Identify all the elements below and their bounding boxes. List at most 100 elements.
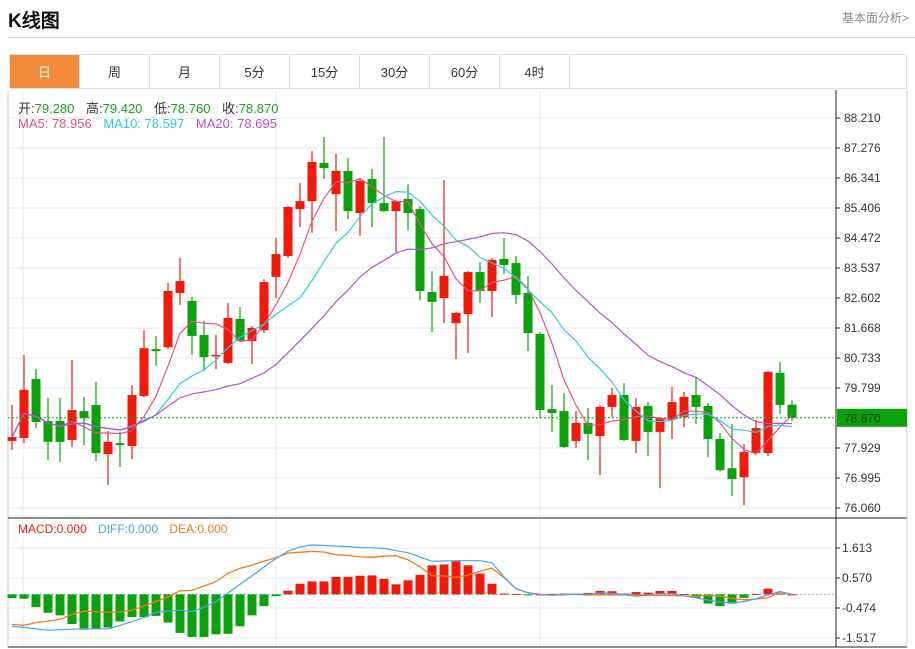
macd-bar	[355, 575, 365, 595]
price-tick-label: 76.060	[844, 501, 881, 515]
candle-up	[655, 418, 665, 432]
price-tick-label: 88.210	[844, 111, 881, 125]
macd-bar	[319, 581, 329, 595]
candle-up	[271, 254, 281, 277]
candle-up	[439, 275, 449, 299]
macd-bar	[439, 564, 449, 595]
current-price-label: 78.870	[844, 411, 881, 425]
macd-bar	[379, 578, 389, 595]
macd-bar	[523, 594, 533, 596]
macd-bar	[463, 565, 473, 595]
candle-up	[307, 161, 317, 202]
candle-up	[163, 291, 173, 348]
high-value: 79.420	[102, 101, 143, 116]
close-label: 收:	[222, 101, 239, 116]
macd-bar	[247, 594, 257, 616]
macd-bar	[31, 594, 41, 608]
macd-bar	[487, 583, 497, 595]
macd-bar	[259, 594, 269, 607]
macd-bar	[55, 594, 65, 616]
ohlc-info: 开:79.280 高:79.420 低:78.760 收:78.870	[18, 98, 286, 117]
candle-down	[535, 334, 545, 411]
macd-bar	[127, 594, 137, 618]
price-tick-label: 77.929	[844, 441, 881, 455]
macd-bar	[307, 581, 317, 595]
candle-up	[259, 282, 269, 331]
macd-bar	[115, 594, 125, 622]
candle-down	[523, 292, 533, 334]
candle-down	[727, 468, 737, 480]
macd-bar	[235, 594, 245, 627]
candle-down	[79, 411, 89, 419]
price-tick-label: 84.472	[844, 231, 881, 245]
price-tick-label: 81.668	[844, 321, 881, 335]
ma5-value: MA5: 78.956	[18, 116, 92, 131]
candle-up	[631, 406, 641, 441]
candle-up	[355, 180, 365, 214]
candle-down	[319, 162, 329, 169]
macd-bar	[787, 594, 797, 596]
candle-up	[607, 395, 617, 407]
candle-up	[595, 406, 605, 437]
price-tick-label: 87.276	[844, 141, 881, 155]
macd-bar	[511, 594, 521, 596]
macd-bar	[175, 594, 185, 633]
macd-tick-label: -1.517	[842, 631, 876, 645]
open-label: 开:	[18, 101, 35, 116]
candle-down	[115, 443, 125, 446]
candle-down	[703, 405, 713, 439]
candle-down	[379, 203, 389, 212]
price-tick-label: 82.602	[844, 291, 881, 305]
candle-down	[367, 178, 377, 204]
diff-value: DIFF:0.000	[98, 522, 159, 536]
macd-bar	[403, 580, 413, 595]
candle-down	[55, 421, 65, 442]
candle-down	[427, 291, 437, 302]
macd-bar	[427, 565, 437, 595]
candle-up	[103, 441, 113, 455]
candle-up	[739, 452, 749, 478]
macd-info: MACD:0.000 DIFF:0.000 DEA:0.000	[18, 522, 235, 536]
macd-bar	[295, 583, 305, 595]
candle-down	[499, 258, 509, 266]
candle-down	[691, 395, 701, 407]
candle-up	[223, 317, 233, 363]
macd-tick-label: 1.613	[842, 541, 872, 555]
macd-bar	[223, 594, 233, 634]
macd-bar	[367, 575, 377, 595]
macd-bar	[739, 594, 749, 598]
candle-up	[451, 312, 461, 324]
candle-up	[667, 402, 677, 420]
candle-up	[571, 422, 581, 441]
price-tick-label: 80.733	[844, 351, 881, 365]
low-value: 78.760	[170, 101, 211, 116]
macd-bar	[391, 584, 401, 595]
price-tick-label: 79.799	[844, 381, 881, 395]
macd-bar	[187, 594, 197, 637]
candle-up	[139, 348, 149, 396]
macd-bar	[43, 594, 53, 613]
macd-bar	[271, 594, 281, 597]
candle-up	[175, 281, 185, 293]
candle-up	[295, 201, 305, 210]
candle-up	[463, 272, 473, 315]
macd-bar	[631, 592, 641, 595]
price-tick-label: 83.537	[844, 261, 881, 275]
candle-down	[775, 372, 785, 405]
candle-down	[151, 349, 161, 352]
ma-info: MA5: 78.956 MA10: 78.597 MA20: 78.695	[18, 116, 285, 131]
macd-bar	[103, 594, 113, 628]
macd-bar	[67, 594, 77, 624]
candle-down	[715, 438, 725, 471]
ma20-value: MA20: 78.695	[195, 116, 277, 131]
price-tick-label: 86.341	[844, 171, 881, 185]
close-value: 78.870	[238, 101, 279, 116]
macd-bar	[475, 573, 485, 595]
macd-bar	[415, 574, 425, 595]
macd-bar	[199, 594, 209, 637]
open-value: 79.280	[34, 101, 75, 116]
candle-down	[559, 411, 569, 448]
macd-bar	[211, 594, 221, 635]
macd-value: MACD:0.000	[18, 522, 87, 536]
candle-down	[343, 170, 353, 212]
